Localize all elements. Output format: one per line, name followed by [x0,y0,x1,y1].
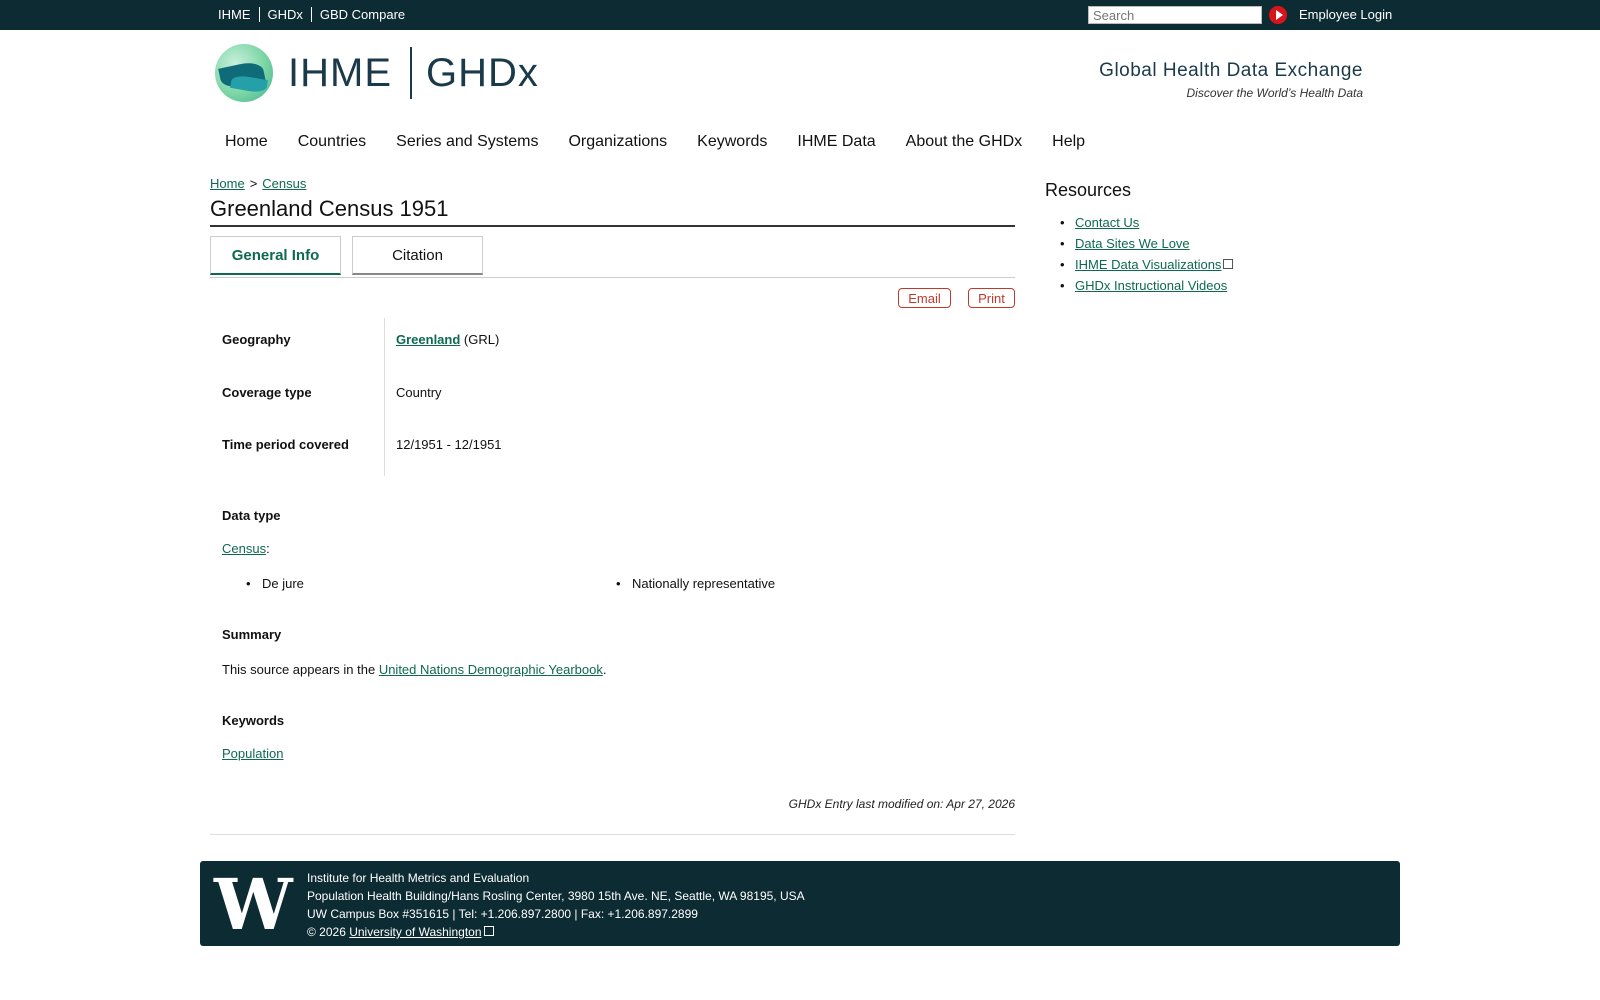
data-type-census-link[interactable]: Census [222,541,266,556]
employee-login-link[interactable]: Employee Login [1299,7,1392,22]
breadcrumb-home[interactable]: Home [210,176,245,191]
summary-text-before: This source appears in the [222,662,379,677]
nav-keywords[interactable]: Keywords [697,133,767,151]
summary-yearbook-link[interactable]: United Nations Demographic Yearbook [379,662,603,677]
geography-link[interactable]: Greenland [396,332,460,347]
list-item: GHDx Instructional Videos [1060,278,1233,299]
site-brand[interactable]: IHME GHDx [288,47,539,99]
list-item: Contact Us [1060,215,1233,236]
tab-bar: General Info Citation [210,236,1015,278]
resource-videos-link[interactable]: GHDx Instructional Videos [1075,278,1227,293]
geography-code: (GRL) [463,332,500,347]
site-tagline: Global Health Data Exchange Discover the… [1099,60,1363,100]
site-footer: W Institute for Health Metrics and Evalu… [200,861,1400,946]
data-type-heading: Data type [222,508,281,523]
summary-text-after: . [602,662,607,677]
brand-ghdx: GHDx [426,50,539,95]
nav-series-and-systems[interactable]: Series and Systems [396,133,538,151]
geography-label: Geography [222,332,291,347]
uw-logo[interactable]: W [214,870,293,940]
top-bar: IHME GHDx GBD Compare Employee Login [0,0,1600,30]
list-item: Data Sites We Love [1060,236,1233,257]
external-link-icon [483,926,494,936]
breadcrumb-separator: > [249,176,258,191]
keyword-population-link[interactable]: Population [222,746,283,761]
tab-citation[interactable]: Citation [352,236,483,275]
nav-about-the-ghdx[interactable]: About the GHDx [906,133,1023,151]
external-link-icon [1223,259,1234,269]
footer-address: Population Health Building/Hans Rosling … [307,889,805,903]
content-divider [210,834,1015,835]
top-link-ihme[interactable]: IHME [218,7,251,22]
info-column-divider [384,318,385,476]
time-period-value: 12/1951 - 12/1951 [396,437,502,452]
breadcrumb: Home > Census [210,176,306,191]
resource-contact-us-link[interactable]: Contact Us [1075,215,1139,230]
nav-help[interactable]: Help [1052,133,1085,151]
data-type-line: Census: [222,541,270,556]
brand-ihme: IHME [288,50,392,95]
brand-divider [410,47,412,99]
footer-phone: UW Campus Box #351615 | Tel: +1.206.897.… [307,907,698,921]
data-type-colon: : [266,541,270,556]
search-input[interactable] [1088,6,1262,24]
ihme-logo-icon[interactable] [215,44,273,102]
divider [258,7,260,22]
top-link-ghdx[interactable]: GHDx [268,7,303,22]
tagline-subtitle: Discover the World’s Health Data [1186,86,1363,100]
summary-text: This source appears in the United Nation… [222,662,606,677]
main-nav: Home Countries Series and Systems Organi… [225,133,1115,151]
keywords-line: Population [222,746,283,761]
divider [310,7,312,22]
keywords-heading: Keywords [222,713,285,728]
uw-link[interactable]: University of Washington [349,925,481,939]
page-title: Greenland Census 1951 [210,196,1015,227]
nav-home[interactable]: Home [225,133,268,151]
copyright-text: © 2026 [307,925,350,939]
footer-copyright: © 2026 University of Washington [307,923,805,941]
resources-heading: Resources [1045,180,1132,200]
tab-general-info[interactable]: General Info [210,236,341,275]
geography-value: Greenland (GRL) [396,332,499,347]
email-button[interactable]: Email [898,288,951,308]
data-type-item: Nationally representative [616,576,775,591]
search-submit-icon[interactable] [1269,6,1287,24]
data-type-item: De jure [246,576,304,591]
nav-ihme-data[interactable]: IHME Data [797,133,875,151]
resources-list: Contact Us Data Sites We Love IHME Data … [1060,215,1234,299]
tagline-title: Global Health Data Exchange [1099,60,1363,81]
coverage-type-value: Country [396,385,442,400]
top-links: IHME GHDx GBD Compare [218,7,405,22]
summary-heading: Summary [222,627,282,642]
nav-countries[interactable]: Countries [298,133,366,151]
last-modified: GHDx Entry last modified on: Apr 27, 202… [788,797,1015,811]
coverage-type-label: Coverage type [222,385,312,400]
top-link-gbd-compare[interactable]: GBD Compare [320,7,405,22]
nav-organizations[interactable]: Organizations [568,133,667,151]
resource-ihme-viz-link[interactable]: IHME Data Visualizations [1075,257,1221,272]
resource-data-sites-link[interactable]: Data Sites We Love [1075,236,1190,251]
list-item: IHME Data Visualizations [1060,257,1234,278]
time-period-label: Time period covered [222,437,349,452]
footer-contact: Institute for Health Metrics and Evaluat… [307,869,805,941]
footer-org-name: Institute for Health Metrics and Evaluat… [307,871,530,885]
print-button[interactable]: Print [968,288,1015,308]
breadcrumb-census[interactable]: Census [262,176,306,191]
